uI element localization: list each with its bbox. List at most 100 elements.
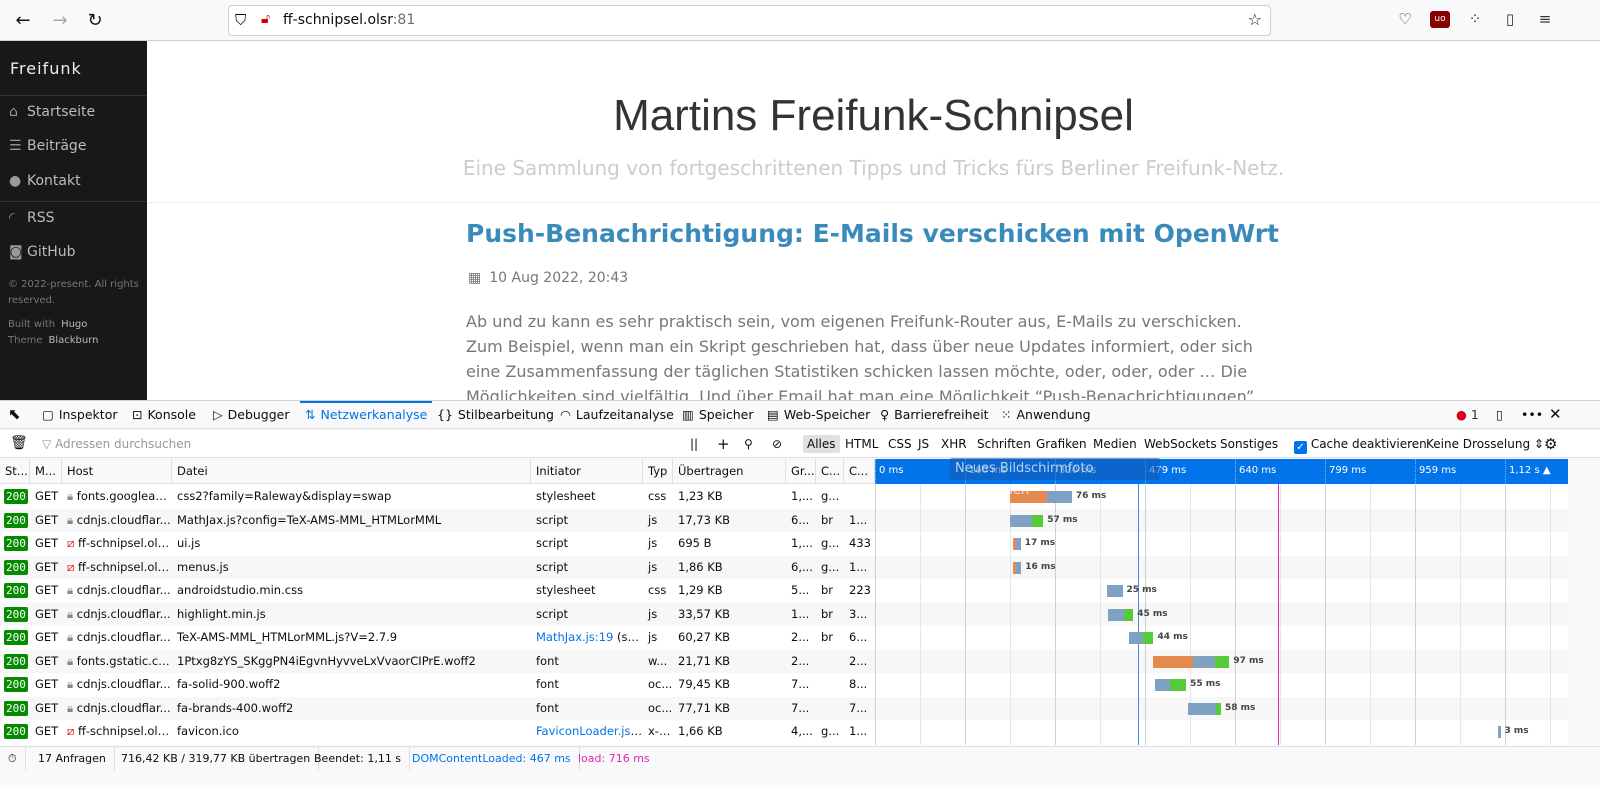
filter-xhr[interactable]: XHR: [937, 435, 971, 453]
sidebar-brand[interactable]: Freifunk: [10, 59, 82, 78]
column-header[interactable]: C...: [816, 459, 844, 484]
timing-waiting: [1107, 585, 1123, 597]
blackburn-link[interactable]: Blackburn: [49, 335, 99, 346]
add-icon[interactable]: +: [713, 435, 734, 453]
cell-status: 200: [0, 697, 30, 721]
settings-gear-icon[interactable]: ⚙: [1540, 435, 1561, 453]
cell-size: 1,...: [791, 489, 813, 503]
tab-web-speicher[interactable]: ▤ Web-Speicher: [767, 401, 870, 429]
cell-status: 200: [0, 603, 30, 627]
gridline: [920, 484, 921, 745]
tab-barrierefreiheit[interactable]: ♀ Barrierefreiheit: [880, 401, 989, 429]
ublock-icon[interactable]: uo: [1430, 11, 1450, 28]
sidebar-item-github[interactable]: ◙ GitHub: [9, 244, 76, 260]
column-header[interactable]: St...: [0, 459, 30, 484]
column-header[interactable]: M...: [30, 459, 62, 484]
tab-stilbearbeitung[interactable]: {} Stilbearbeitung: [437, 401, 554, 429]
tab-anwendung[interactable]: ⁙ Anwendung: [1001, 401, 1091, 429]
cell-file: menus.js: [177, 559, 229, 574]
url-bar[interactable]: ⛉ 🔓︎ ff-schnipsel.olsr:81 ☆: [228, 5, 1271, 36]
cell-c1: g...: [821, 489, 840, 503]
close-icon[interactable]: ✕: [1549, 401, 1562, 429]
insecure-lock-icon[interactable]: 🔓︎: [261, 11, 270, 27]
gridline: [1100, 484, 1101, 745]
cell-transferred: 1,29 KB: [678, 583, 723, 597]
sidebar-item-startseite[interactable]: ⌂ Startseite: [9, 104, 95, 120]
more-options-icon[interactable]: •••: [1521, 401, 1543, 429]
responsive-mode-icon[interactable]: ▯: [1496, 401, 1503, 429]
bookmark-star-icon[interactable]: ☆: [1248, 10, 1262, 29]
tab-netzwerkanalyse[interactable]: ⇅ Netzwerkanalyse: [300, 401, 433, 429]
cell-c1: [816, 673, 844, 697]
filter-schriften[interactable]: Schriften: [973, 435, 1035, 453]
extensions-icon[interactable]: ⁘: [1465, 10, 1485, 28]
filter-alles[interactable]: Alles: [803, 435, 840, 453]
pause-icon[interactable]: ||: [686, 435, 702, 453]
tab-speicher[interactable]: ▥ Speicher: [682, 401, 753, 429]
sidebar-item-rss[interactable]: ◜ RSS: [9, 210, 55, 226]
column-header[interactable]: C...: [844, 459, 875, 484]
shield-icon[interactable]: ⛉: [235, 11, 246, 29]
column-header[interactable]: Host: [62, 459, 172, 484]
cell-initiator: stylesheet: [536, 583, 596, 597]
column-header[interactable]: Datei: [172, 459, 531, 484]
filter-js[interactable]: JS: [914, 435, 933, 453]
initiator-link[interactable]: FaviconLoader.jsm...: [536, 724, 643, 738]
status-badge: 200: [4, 512, 28, 528]
back-icon[interactable]: ←: [10, 8, 36, 34]
insecure-icon: ⧄: [67, 724, 78, 738]
menu-icon[interactable]: ≡: [1535, 10, 1555, 28]
filter-grafiken[interactable]: Grafiken: [1032, 435, 1091, 453]
list-icon: ☰: [9, 138, 22, 154]
column-header[interactable]: Gr...: [786, 459, 816, 484]
reload-icon[interactable]: ↻: [82, 8, 108, 34]
github-icon: ◙: [9, 244, 23, 260]
console-icon: ⊡: [132, 407, 143, 422]
filter-sonstiges[interactable]: Sonstiges: [1216, 435, 1282, 453]
cell-type: w...: [648, 653, 668, 668]
sidebar-item-kontakt[interactable]: ● Kontakt: [9, 173, 81, 189]
stopwatch-icon[interactable]: ⏱: [0, 747, 26, 771]
block-icon[interactable]: ⊘: [768, 435, 786, 453]
inspector-icon: ▢: [42, 407, 54, 422]
cell-size: 5...: [791, 583, 810, 597]
tab-debugger[interactable]: ▷ Debugger: [213, 401, 290, 429]
cell-size: 1,...: [791, 536, 813, 550]
element-picker-icon[interactable]: ⬉: [8, 401, 21, 429]
filter-websockets[interactable]: WebSockets: [1140, 435, 1221, 453]
cell-c2: [844, 485, 875, 509]
post-body: Ab und zu kann es sehr praktisch sein, v…: [466, 312, 1255, 400]
trash-icon[interactable]: 🗑︎: [6, 434, 32, 452]
tab-konsole[interactable]: ⊡ Konsole: [132, 401, 196, 429]
tab-inspektor[interactable]: ▢ Inspektor: [42, 401, 118, 429]
initiator-link[interactable]: MathJax.js:19: [536, 630, 613, 644]
throttle-select[interactable]: Keine Drosselung ⇕: [1422, 435, 1548, 453]
cell-transferred: 1,86 KB: [678, 559, 723, 574]
post-title[interactable]: Push-Benachrichtigung: E-Mails verschick…: [466, 219, 1279, 248]
insecure-icon: ⧄: [67, 559, 78, 574]
hugo-link[interactable]: Hugo: [61, 319, 87, 330]
column-header[interactable]: Typ: [643, 459, 673, 484]
timing-label: 25 ms: [1126, 585, 1157, 595]
reader-icon[interactable]: ▯: [1500, 10, 1520, 28]
cell-transferred: 21,71 KB: [678, 653, 731, 668]
column-header[interactable]: Übertragen: [673, 459, 786, 484]
timeline-tick: 640 ms: [1235, 459, 1276, 484]
pocket-icon[interactable]: ♡: [1395, 10, 1415, 28]
filter-html[interactable]: HTML: [841, 435, 882, 453]
error-count[interactable]: ● 1: [1456, 401, 1479, 429]
forward-icon[interactable]: →: [47, 8, 73, 34]
search-icon[interactable]: ⚲: [740, 435, 757, 453]
cache-checkbox[interactable]: ✓ Cache deaktivieren: [1290, 435, 1431, 454]
filter-medien[interactable]: Medien: [1089, 435, 1141, 453]
tab-laufzeitanalyse[interactable]: ◠ Laufzeitanalyse: [560, 401, 674, 429]
site-title[interactable]: Martins Freifunk-Schnipsel: [147, 91, 1600, 141]
sidebar-item-beitraege[interactable]: ☰ Beiträge: [9, 138, 86, 154]
lock-icon: 🔒︎: [67, 630, 77, 644]
copyright: © 2022-present. All rights reserved.: [8, 279, 139, 306]
accessibility-icon: ♀: [880, 407, 890, 422]
cell-transferred: 33,57 KB: [678, 606, 731, 621]
filter-css[interactable]: CSS: [884, 435, 916, 453]
column-header[interactable]: Initiator: [531, 459, 643, 484]
url-filter-input[interactable]: ▽ Adressen durchsuchen: [38, 435, 638, 453]
